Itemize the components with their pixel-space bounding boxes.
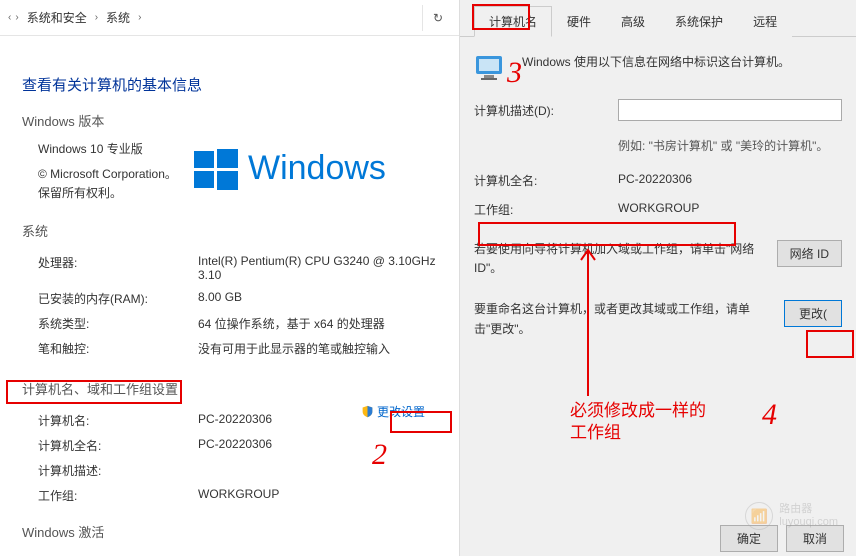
computer-fullname-row: 计算机全名:PC-20220306 (38, 433, 439, 458)
windows-wordmark: Windows (248, 149, 386, 188)
breadcrumb[interactable]: › 系统和安全 › 系统 › (13, 5, 143, 30)
tab-system-protection[interactable]: 系统保护 (660, 6, 738, 37)
refresh-icon[interactable]: ↻ (422, 5, 453, 31)
description-input[interactable] (618, 99, 842, 121)
watermark-url: luyouqi.com (779, 516, 838, 529)
tab-hardware[interactable]: 硬件 (552, 6, 606, 37)
description-example: 例如: "书房计算机" 或 "美玲的计算机"。 (618, 137, 842, 154)
computer-desc-row: 计算机描述: (38, 458, 439, 483)
system-window: ‹ › 系统和安全 › 系统 › ↻ 查看有关计算机的基本信息 Windows … (0, 0, 460, 556)
system-heading: 系统 (22, 221, 439, 240)
computer-icon (474, 53, 510, 83)
workgroup-label: 工作组: (474, 201, 618, 218)
rename-text: 要重命名这台计算机，或者更改其域或工作组，请单击"更改"。 (474, 300, 776, 338)
info-text: Windows 使用以下信息在网络中标识这台计算机。 (522, 53, 790, 70)
change-settings-link[interactable]: 更改设置 (361, 403, 425, 420)
chevron-icon: ‹ (6, 12, 13, 23)
watermark-brand: 路由器 (779, 503, 838, 516)
pen-touch-row: 笔和触控:没有可用于此显示器的笔或触控输入 (38, 336, 439, 361)
system-type-row: 系统类型:64 位操作系统，基于 x64 的处理器 (38, 311, 439, 336)
workgroup-value: WORKGROUP (618, 201, 699, 218)
shield-icon (361, 405, 374, 418)
watermark: 📶 路由器 luyouqi.com (745, 502, 838, 530)
workgroup-row: 工作组:WORKGROUP (38, 483, 439, 508)
computer-name-heading: 计算机名、域和工作组设置 (22, 379, 439, 398)
copyright-text: © Microsoft Corporation。保留所有权利。 (38, 165, 178, 203)
network-id-text: 若要使用向导将计算机加入域或工作组，请单击"网络 ID"。 (474, 240, 769, 278)
windows-logo-icon (192, 145, 240, 193)
chevron-right-icon: › (93, 12, 100, 23)
activation-heading: Windows 激活 (22, 522, 439, 541)
system-properties-dialog: 计算机名 硬件 高级 系统保护 远程 Windows 使用以下信息在网络中标识这… (460, 0, 856, 556)
tab-computer-name[interactable]: 计算机名 (474, 6, 552, 37)
tab-remote[interactable]: 远程 (738, 6, 792, 37)
page-title: 查看有关计算机的基本信息 (22, 74, 439, 95)
windows-version-heading: Windows 版本 (22, 111, 439, 130)
description-label: 计算机描述(D): (474, 102, 618, 119)
windows-logo: Windows (192, 134, 386, 203)
tab-advanced[interactable]: 高级 (606, 6, 660, 37)
cpu-row: 处理器:Intel(R) Pentium(R) CPU G3240 @ 3.10… (38, 250, 439, 286)
fullname-value: PC-20220306 (618, 172, 692, 189)
chevron-right-icon: › (136, 12, 143, 23)
chevron-right-icon: › (13, 12, 20, 23)
windows-edition: Windows 10 专业版 (38, 140, 178, 157)
tabs: 计算机名 硬件 高级 系统保护 远程 (460, 5, 856, 37)
breadcrumb-item[interactable]: 系统 (100, 5, 136, 30)
breadcrumb-bar: ‹ › 系统和安全 › 系统 › ↻ (0, 0, 459, 36)
change-settings-label: 更改设置 (377, 403, 425, 420)
breadcrumb-item[interactable]: 系统和安全 (21, 5, 93, 30)
network-id-button[interactable]: 网络 ID (777, 240, 842, 267)
watermark-icon: 📶 (745, 502, 773, 530)
ram-row: 已安装的内存(RAM):8.00 GB (38, 286, 439, 311)
change-button[interactable]: 更改( (784, 300, 842, 327)
fullname-label: 计算机全名: (474, 172, 618, 189)
